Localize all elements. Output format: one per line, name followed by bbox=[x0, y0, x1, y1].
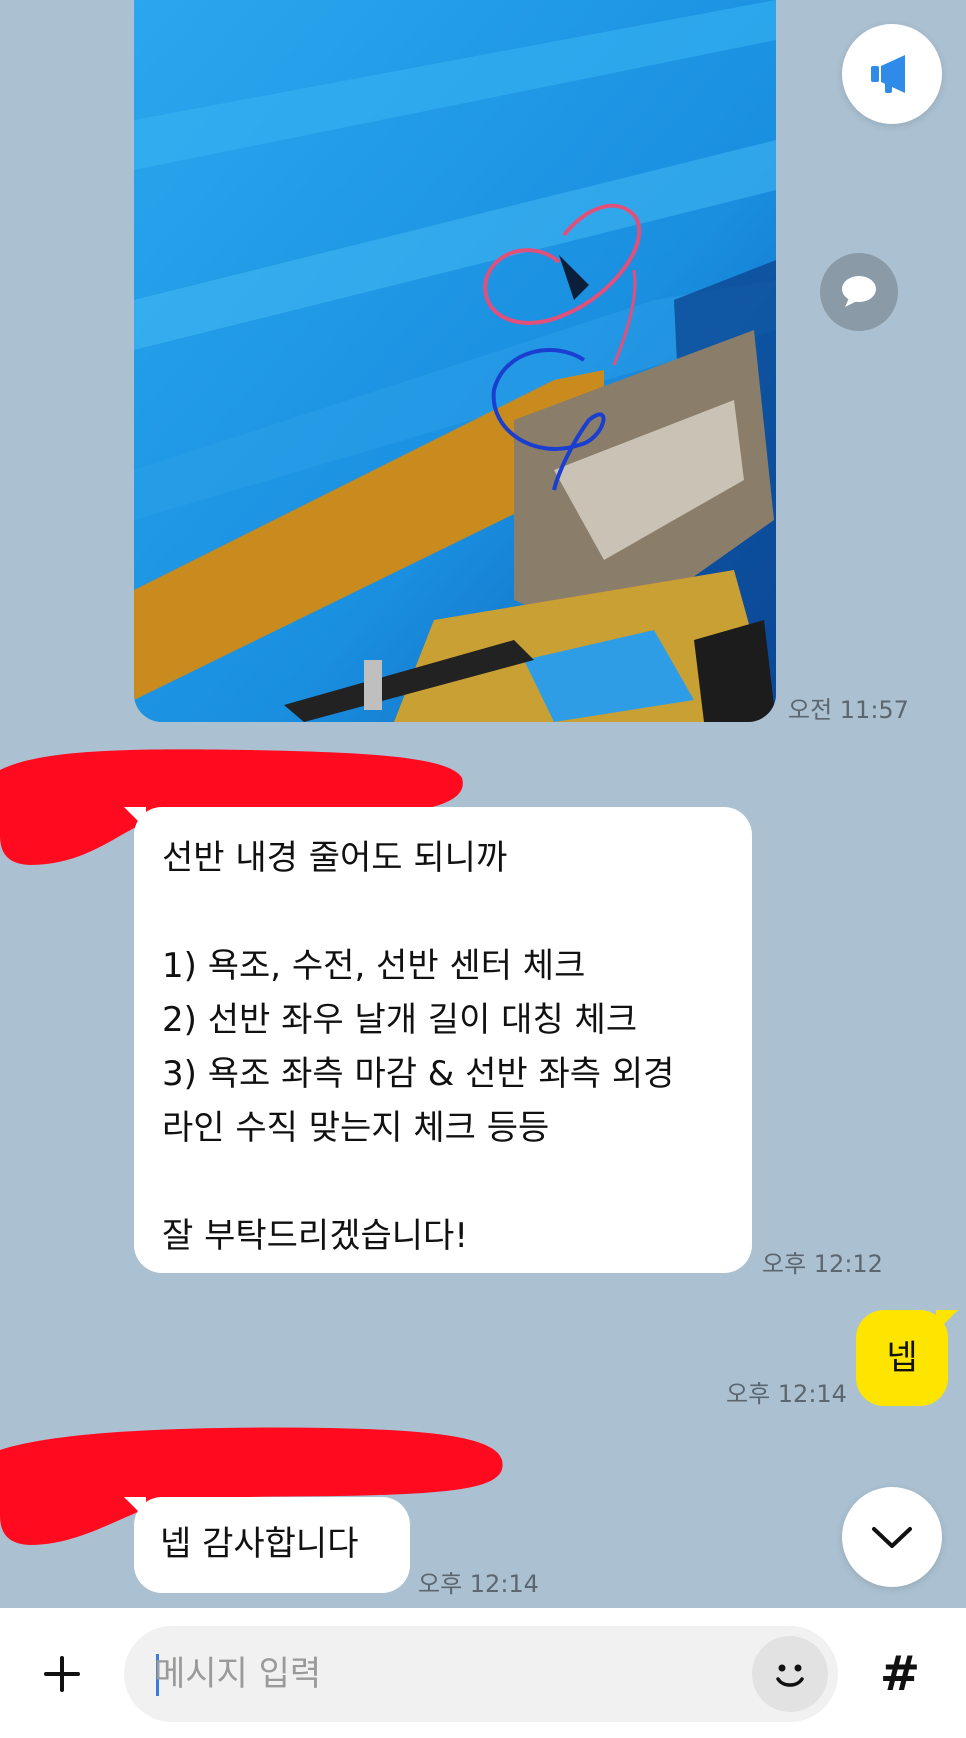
message-line: 1) 욕조, 수전, 선반 센터 체크 bbox=[162, 946, 586, 986]
chevron-down-icon bbox=[872, 1527, 912, 1548]
message-time: 오후 12:14 bbox=[726, 1380, 847, 1408]
message-time: 오전 11:57 bbox=[788, 696, 909, 724]
message-input[interactable] bbox=[154, 1626, 714, 1722]
plus-icon bbox=[44, 1656, 80, 1692]
message-time: 오후 12:14 bbox=[418, 1570, 539, 1598]
message-line bbox=[162, 885, 724, 939]
message-bubble[interactable]: 넵 감사합니다 bbox=[124, 1497, 410, 1593]
emoji-button[interactable] bbox=[752, 1636, 828, 1712]
photo-image bbox=[134, 0, 776, 722]
speech-bubble-icon bbox=[842, 276, 876, 307]
scroll-down-button[interactable] bbox=[842, 1487, 942, 1587]
photo-message[interactable] bbox=[134, 0, 776, 722]
message-line: 잘 부탁드리겠습니다! bbox=[162, 1216, 468, 1256]
message-bubble[interactable]: 선반 내경 줄어도 되니까 1) 욕조, 수전, 선반 센터 체크 2) 선반 … bbox=[124, 807, 752, 1273]
message-line bbox=[162, 1155, 724, 1209]
message-text: 넵 감사합니다 bbox=[160, 1524, 359, 1564]
message-line: 3) 욕조 좌측 마감 & 선반 좌측 외경 bbox=[162, 1054, 675, 1094]
attach-button[interactable] bbox=[26, 1638, 98, 1710]
my-message-bubble[interactable]: 넵 bbox=[856, 1310, 958, 1406]
message-line: 라인 수직 맞는지 체크 등등 bbox=[162, 1108, 550, 1148]
message-input-bar: # bbox=[0, 1608, 966, 1738]
megaphone-icon bbox=[871, 55, 905, 93]
comment-button[interactable] bbox=[820, 253, 898, 331]
hashtag-button[interactable]: # bbox=[864, 1638, 936, 1710]
message-line: 선반 내경 줄어도 되니까 bbox=[162, 838, 508, 878]
emoji-icon bbox=[776, 1664, 804, 1687]
hash-icon: # bbox=[879, 1646, 921, 1702]
message-time: 오후 12:12 bbox=[762, 1250, 883, 1278]
notice-button[interactable] bbox=[842, 24, 942, 124]
message-field[interactable] bbox=[124, 1626, 838, 1722]
message-line: 2) 선반 좌우 날개 길이 대칭 체크 bbox=[162, 1000, 638, 1040]
